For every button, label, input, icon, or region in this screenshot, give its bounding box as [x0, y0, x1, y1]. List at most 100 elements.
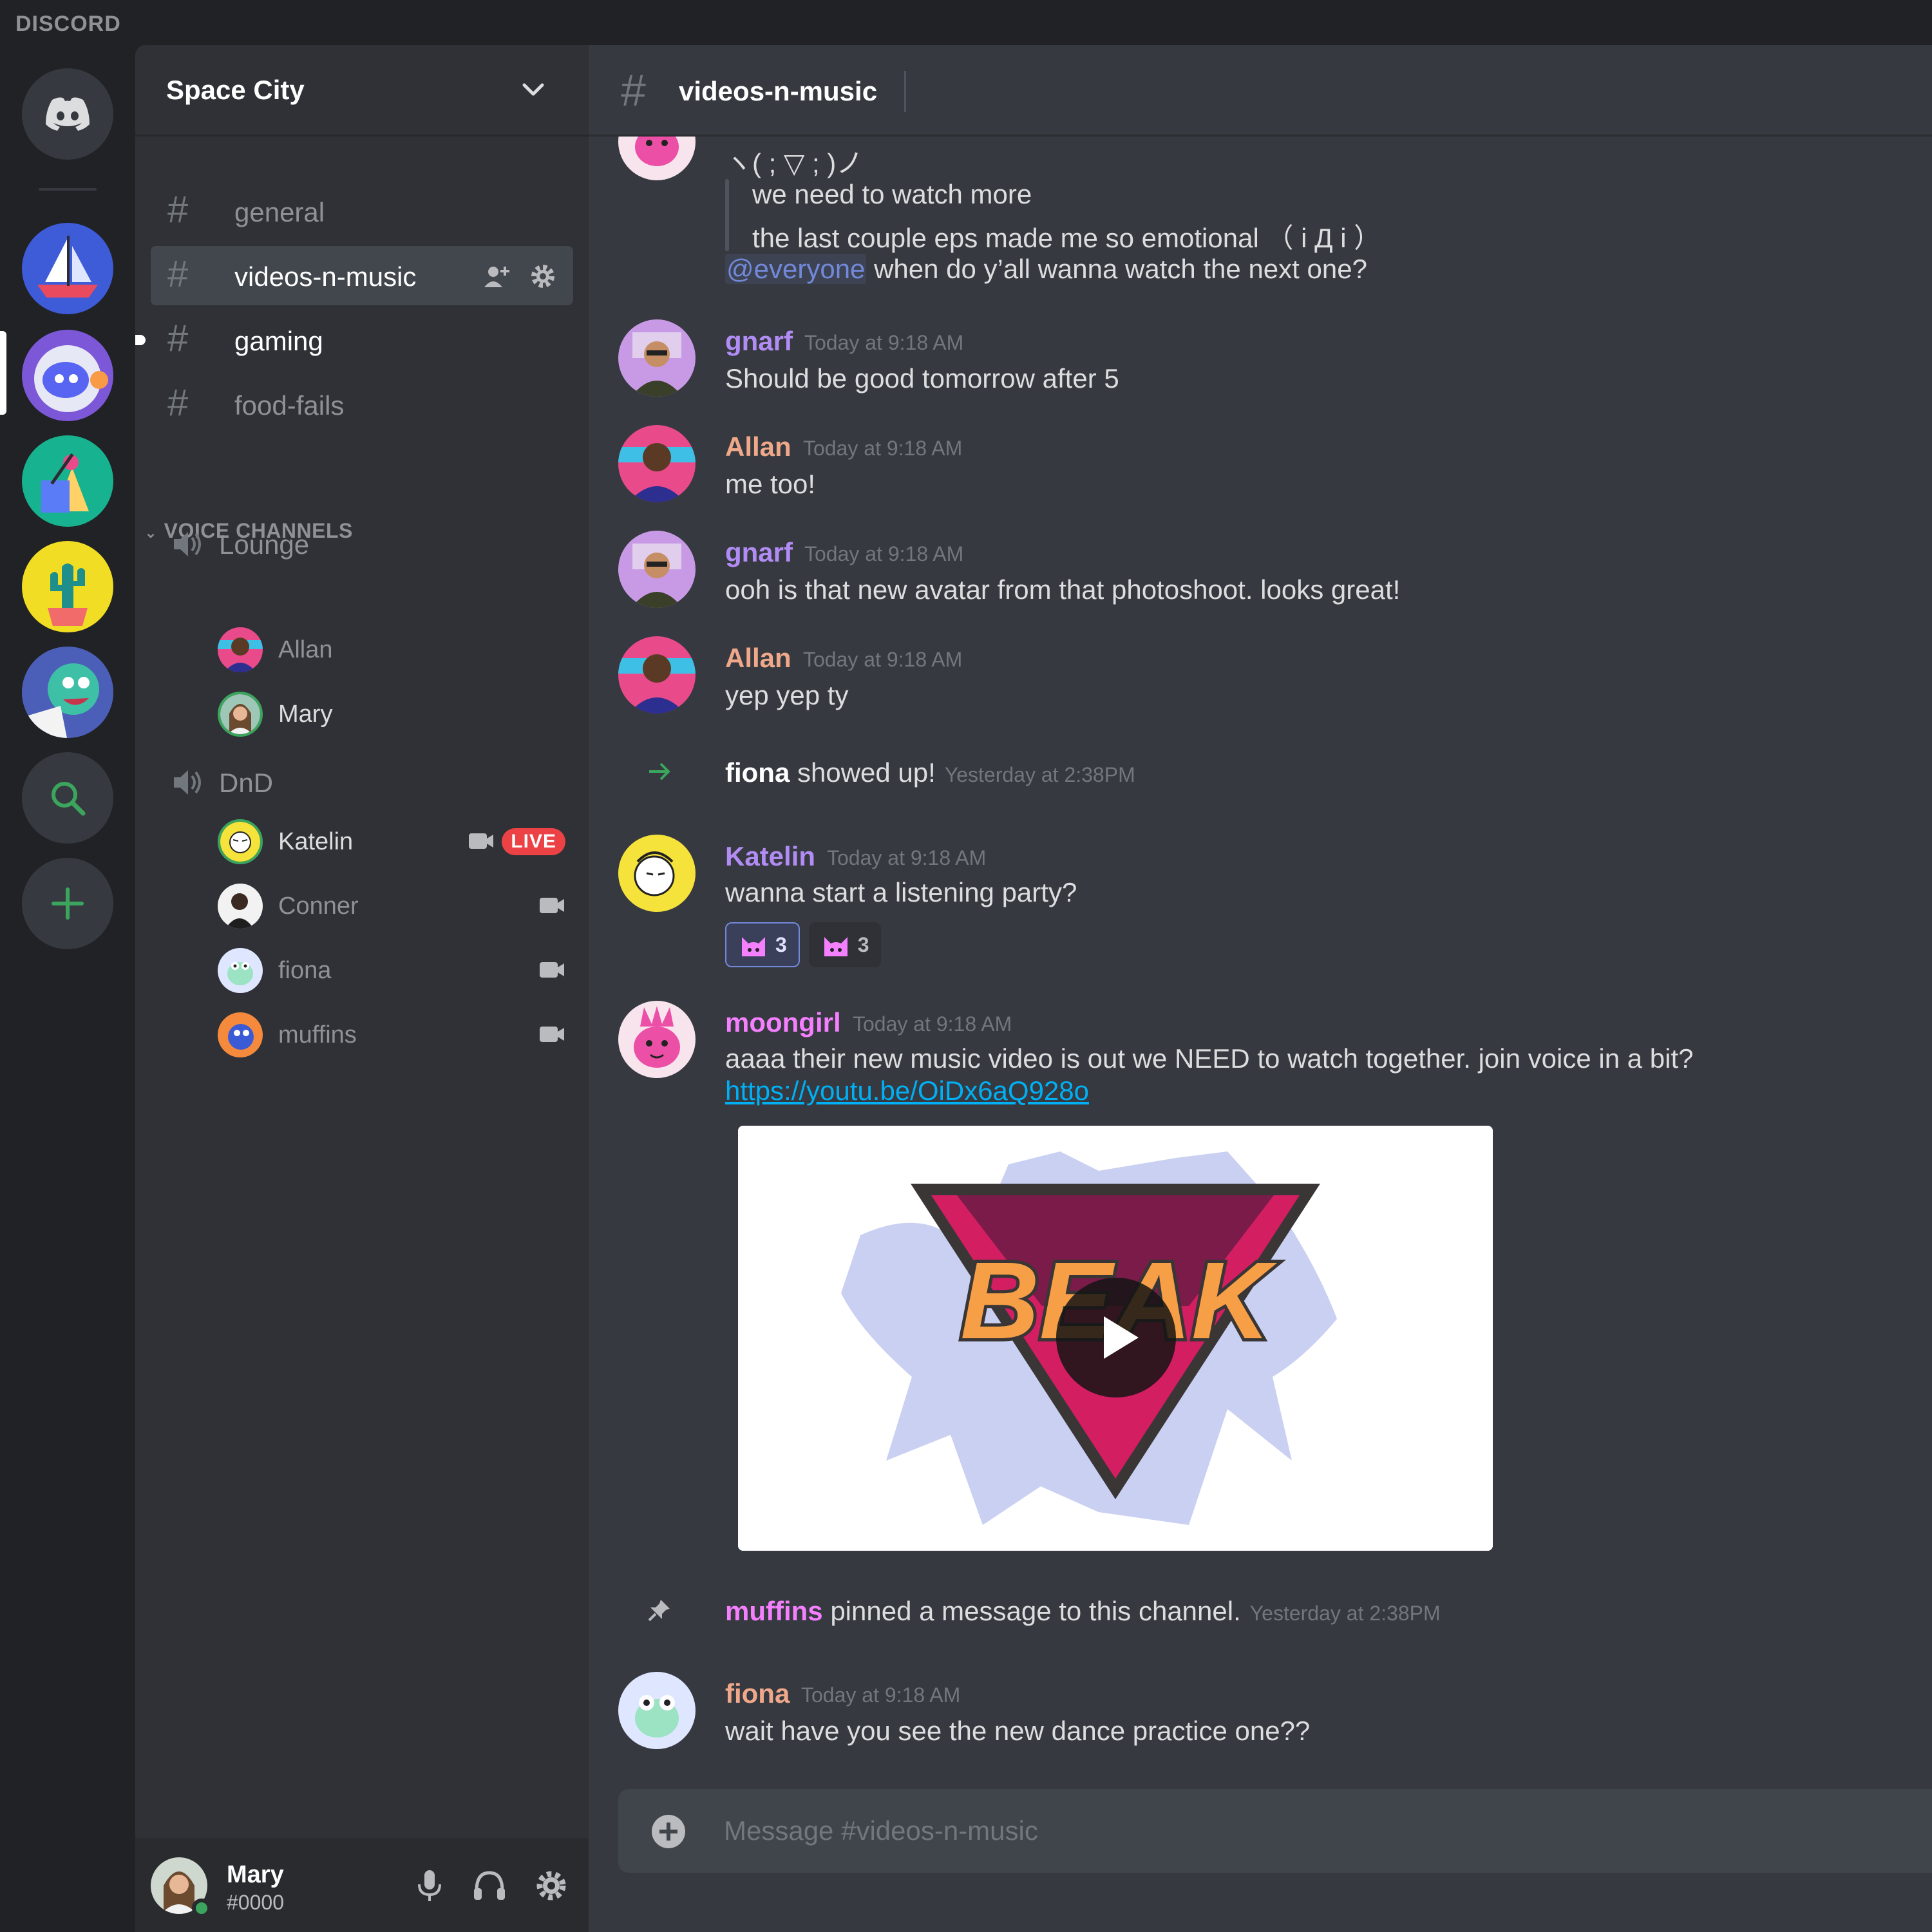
reactions: 3 3 [725, 922, 881, 967]
channel-videos-n-music[interactable]: # videos-n-music [151, 246, 573, 305]
message-author[interactable]: Katelin [725, 841, 815, 872]
chevron-down-icon: ⌄ [144, 524, 158, 542]
voice-user-fiona[interactable]: fiona [218, 944, 578, 996]
message-author[interactable]: fiona [725, 1678, 790, 1709]
voice-channel-name: DnD [219, 768, 274, 798]
video-embed[interactable]: BEAK [738, 1126, 1493, 1551]
play-button[interactable] [1056, 1278, 1176, 1397]
message-text-rest: when do y’all wanna watch the next one? [866, 254, 1367, 284]
avatar [218, 948, 263, 993]
video-camera-icon [469, 833, 493, 849]
voice-user-name: Katelin [278, 828, 354, 855]
voice-user-katelin[interactable]: Katelin LIVE [218, 815, 578, 867]
avatar-katelin[interactable] [618, 835, 696, 912]
message-timestamp: Today at 9:18 AM [804, 331, 964, 354]
quote-line: the last couple eps made me so emotional… [752, 223, 1381, 253]
attach-plus-icon[interactable] [650, 1814, 687, 1850]
system-user[interactable]: fiona [725, 757, 790, 788]
speaker-icon [174, 532, 201, 556]
add-server-button[interactable] [22, 858, 113, 949]
voice-channel-dnd[interactable]: DnD [166, 761, 553, 802]
video-camera-icon [540, 962, 564, 978]
server-header[interactable]: Space City [135, 45, 589, 137]
avatar-gnarf[interactable] [618, 531, 696, 608]
avatar-gnarf[interactable] [618, 319, 696, 397]
channel-name: videos-n-music [234, 261, 417, 292]
server-name: Space City [166, 75, 305, 105]
voice-user-conner[interactable]: Conner [218, 880, 578, 931]
system-user[interactable]: muffins [725, 1596, 823, 1626]
hash-icon: # [621, 65, 646, 115]
voice-channel-lounge[interactable]: Lounge [166, 523, 553, 564]
message-timestamp: Today at 9:18 AM [827, 846, 987, 869]
message-link[interactable]: https://youtu.be/OiDx6aQ928o [725, 1075, 1089, 1106]
reaction-button[interactable]: 3 [725, 922, 800, 967]
message-timestamp: Today at 9:18 AM [804, 542, 964, 565]
channel-gaming[interactable]: # gaming [135, 310, 573, 370]
cat-emoji-icon [742, 937, 765, 956]
cat-emoji-icon [824, 937, 848, 956]
hash-icon: # [167, 382, 189, 424]
message-input[interactable] [724, 1808, 1883, 1853]
voice-user-mary[interactable]: Mary [218, 688, 578, 739]
system-message-pin: muffins pinned a message to this channel… [725, 1596, 1441, 1627]
message-timestamp: Today at 9:18 AM [853, 1012, 1012, 1036]
server-icon-art[interactable] [22, 435, 113, 527]
avatar-fiona[interactable] [618, 1672, 696, 1749]
server-icon-ship[interactable] [22, 223, 113, 314]
hash-icon: # [167, 253, 189, 295]
message-author[interactable]: moongirl [725, 1007, 841, 1038]
user-settings-gear-icon[interactable] [533, 1868, 569, 1904]
rail-separator [39, 188, 97, 191]
message-text: Should be good tomorrow after 5 [725, 363, 1119, 393]
hash-icon: # [167, 189, 189, 231]
message-text: ヽ( ; ▽ ; )ノ [725, 148, 864, 178]
everyone-mention[interactable]: @everyone [725, 254, 867, 284]
message-timestamp: Today at 9:18 AM [803, 648, 963, 671]
join-arrow-icon [649, 762, 670, 781]
voice-user-allan[interactable]: Allan [218, 623, 578, 675]
user-name: Mary [227, 1861, 284, 1888]
avatar-allan[interactable] [618, 425, 696, 502]
blockquote-bar [725, 179, 729, 251]
message-author[interactable]: Allan [725, 643, 791, 674]
channel-general[interactable]: # general [151, 182, 573, 241]
explore-servers-button[interactable] [22, 752, 113, 844]
voice-user-name: Allan [278, 636, 333, 663]
reaction-button[interactable]: 3 [808, 922, 881, 967]
headphones-icon[interactable] [471, 1868, 507, 1904]
message-composer [618, 1789, 1932, 1873]
message-text: yep yep ty [725, 680, 849, 710]
message-list: ヽ( ; ▽ ; )ノ we need to watch more the la… [589, 45, 1932, 1784]
plus-icon [52, 887, 84, 920]
message-author[interactable]: gnarf [725, 537, 793, 568]
message-timestamp: Today at 9:18 AM [803, 437, 963, 460]
channel-name: food-fails [234, 390, 345, 421]
avatar-allan[interactable] [618, 636, 696, 714]
avatar [218, 627, 263, 672]
online-status-indicator [192, 1899, 211, 1918]
quote-line: we need to watch more [752, 179, 1032, 209]
user-tag: #0000 [227, 1891, 284, 1914]
message-timestamp: Today at 9:18 AM [801, 1683, 961, 1707]
microphone-icon[interactable] [413, 1868, 446, 1904]
server-icon-monster[interactable] [22, 647, 113, 738]
server-rail [0, 45, 135, 1932]
avatar-moongirl[interactable] [618, 1001, 696, 1078]
message-text: aaaa their new music video is out we NEE… [725, 1043, 1694, 1074]
gear-icon[interactable] [528, 261, 558, 291]
channel-sidebar: Space City # general # videos-n-music # … [135, 45, 589, 1932]
server-icon-space-city[interactable] [22, 330, 113, 421]
channel-food-fails[interactable]: # food-fails [151, 375, 573, 434]
voice-user-muffins[interactable]: muffins [218, 1009, 578, 1060]
invite-member-icon[interactable] [482, 261, 511, 291]
home-button[interactable] [22, 68, 113, 160]
message-author[interactable]: gnarf [725, 326, 793, 357]
header-divider [904, 71, 906, 112]
channel-title: videos-n-music [679, 76, 878, 106]
server-icon-cactus[interactable] [22, 541, 113, 632]
voice-user-name: fiona [278, 957, 332, 984]
channel-name: gaming [234, 326, 323, 356]
chat-area: # videos-n-music ヽ( ; ▽ ; )ノ we need to … [589, 45, 1932, 1932]
message-author[interactable]: Allan [725, 431, 791, 462]
